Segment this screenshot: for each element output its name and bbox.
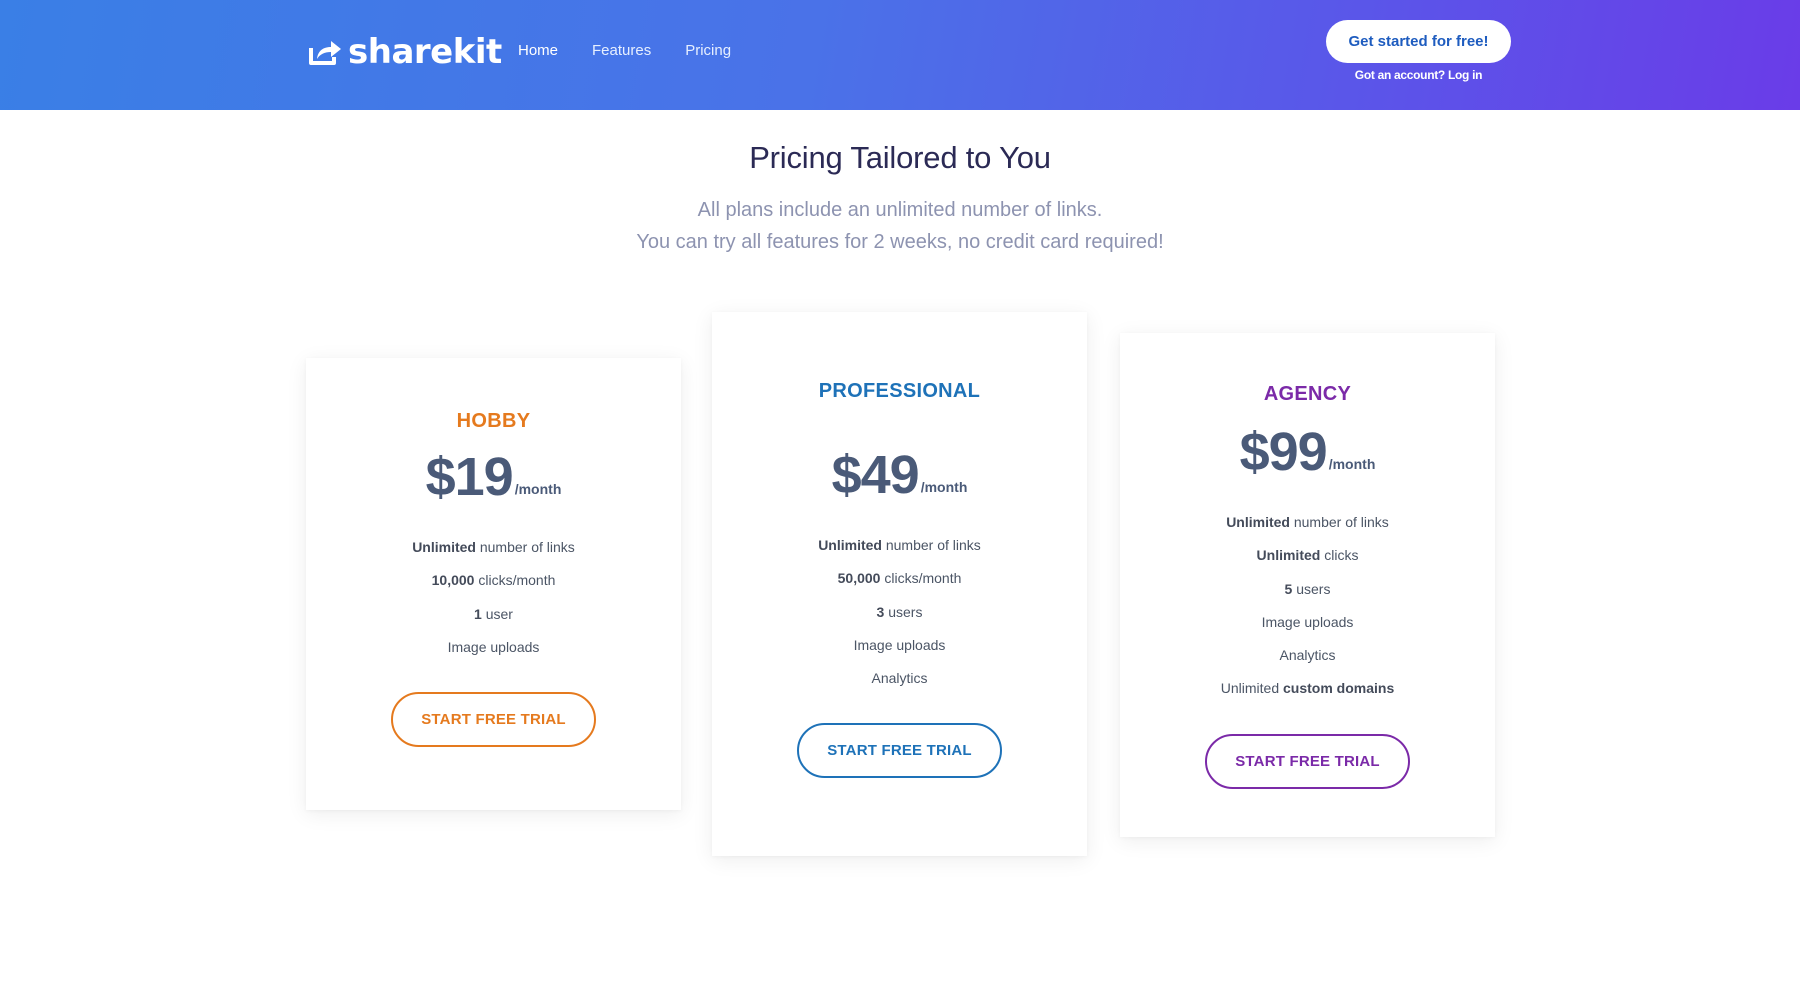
feature-list: Unlimited number of links 10,000 clicks/m… xyxy=(306,531,681,664)
nav-home[interactable]: Home xyxy=(518,42,558,59)
plan-name: PROFESSIONAL xyxy=(818,380,981,402)
price-period: /month xyxy=(1328,456,1376,472)
plan-price: $99 /month xyxy=(1120,424,1495,480)
feature-item: Analytics xyxy=(871,670,928,687)
page-title: Pricing Tailored to You xyxy=(749,140,1051,175)
feature-item: Image uploads xyxy=(853,636,946,653)
feature-highlight: Unlimited xyxy=(412,539,476,555)
feature-highlight: Unlimited xyxy=(1256,547,1321,564)
logo[interactable]: sharekit xyxy=(308,30,502,74)
price-amount: $99 xyxy=(1239,422,1328,482)
plan-price: $19 /month xyxy=(306,449,681,505)
feature-item: Image uploads xyxy=(447,638,540,655)
plan-card-agency: AGENCY $99 /month Unlimited number of li… xyxy=(1120,333,1495,837)
nav-pricing[interactable]: Pricing xyxy=(685,42,731,59)
feature-highlight: custom domains xyxy=(1283,680,1395,697)
feature-item: Unlimited number of links xyxy=(1226,514,1389,530)
feature-item: 10,000 clicks/month xyxy=(431,572,556,589)
feature-highlight: Unlimited xyxy=(818,537,882,553)
feature-item: Unlimited custom domains xyxy=(1220,680,1395,697)
price-amount: $19 xyxy=(425,447,514,507)
logo-text: sharekit xyxy=(348,32,502,72)
feature-item: 50,000 clicks/month xyxy=(837,570,962,587)
main-nav: Home Features Pricing xyxy=(518,42,765,59)
feature-item: 5 users xyxy=(1284,580,1331,597)
feature-item: Analytics xyxy=(1279,647,1336,664)
page-subtitle: All plans include an unlimited number of… xyxy=(0,194,1800,258)
feature-item: Unlimited number of links xyxy=(412,539,575,555)
login-link[interactable]: Got an account? Log in xyxy=(1326,68,1511,82)
feature-highlight: Unlimited xyxy=(1226,514,1290,530)
feature-item: Unlimited clicks xyxy=(1256,547,1359,564)
feature-highlight: 50,000 xyxy=(837,570,881,587)
plan-name: HOBBY xyxy=(456,410,531,432)
price-amount: $49 xyxy=(831,445,920,505)
site-header: sharekit Home Features Pricing Get start… xyxy=(0,0,1800,110)
feature-item: Image uploads xyxy=(1261,613,1354,630)
plan-price: $49 /month xyxy=(712,447,1087,503)
plan-name: AGENCY xyxy=(1263,383,1352,405)
subtitle-line-2: You can try all features for 2 weeks, no… xyxy=(636,231,1164,253)
price-period: /month xyxy=(514,481,562,497)
feature-highlight: 5 xyxy=(1284,580,1293,597)
share-icon xyxy=(309,41,341,65)
feature-highlight: 3 xyxy=(876,603,885,620)
feature-list: Unlimited number of links Unlimited click… xyxy=(1120,506,1495,706)
nav-features[interactable]: Features xyxy=(592,42,651,59)
get-started-button[interactable]: Get started for free! xyxy=(1326,20,1511,63)
header-cta: Get started for free! Got an account? Lo… xyxy=(1326,20,1511,82)
start-free-trial-button[interactable]: START FREE TRIAL xyxy=(1205,733,1410,789)
feature-list: Unlimited number of links 50,000 clicks/m… xyxy=(712,529,1087,695)
pricing-hero: Pricing Tailored to You All plans includ… xyxy=(0,140,1800,258)
start-free-trial-button[interactable]: START FREE TRIAL xyxy=(797,723,1002,779)
plan-card-hobby: HOBBY $19 /month Unlimited number of lin… xyxy=(306,358,681,810)
feature-item: 3 users xyxy=(876,603,923,620)
feature-item: Unlimited number of links xyxy=(818,537,981,553)
price-period: /month xyxy=(920,479,968,495)
plan-card-professional: PROFESSIONAL $49 /month Unlimited number… xyxy=(712,312,1087,856)
feature-item: 1 user xyxy=(474,605,513,622)
start-free-trial-button[interactable]: START FREE TRIAL xyxy=(391,692,596,748)
feature-highlight: 1 xyxy=(474,605,482,622)
subtitle-line-1: All plans include an unlimited number of… xyxy=(697,199,1103,221)
feature-highlight: 10,000 xyxy=(431,572,475,589)
